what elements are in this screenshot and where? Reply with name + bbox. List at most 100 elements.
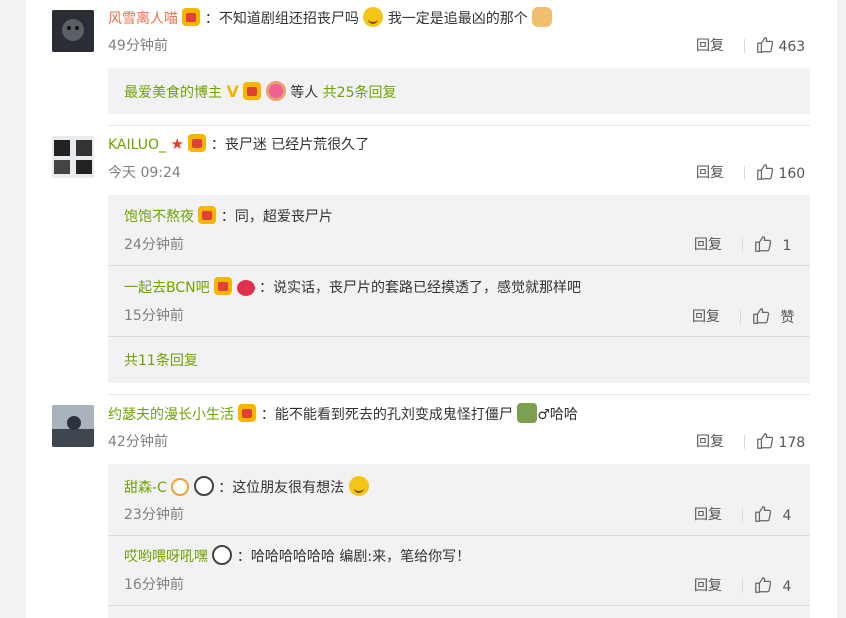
separator: [744, 39, 745, 53]
reply-user[interactable]: 最爱美食的博主: [124, 85, 222, 101]
smirk-emoji-icon: [348, 476, 369, 496]
panda-icon: [193, 476, 214, 496]
username[interactable]: 风雪离人喵: [108, 11, 178, 27]
view-replies-link[interactable]: 共11条回复: [124, 351, 198, 371]
like-count: 4: [782, 579, 792, 595]
divider: [108, 336, 810, 337]
thumbs-up-icon: [755, 506, 772, 522]
separator: [744, 166, 745, 180]
reply-text: 同，超爱丧尸片: [234, 209, 333, 225]
divider: [108, 535, 810, 536]
divider: [108, 605, 810, 606]
timestamp: 24分钟前: [124, 237, 184, 253]
reply-button[interactable]: 回复: [696, 36, 724, 56]
timestamp: 15分钟前: [124, 308, 184, 324]
timestamp: 42分钟前: [108, 434, 168, 450]
avatar[interactable]: [52, 10, 94, 52]
reply-user[interactable]: 一起去BCN吧: [124, 280, 210, 296]
comment-text: 能不能看到死去的孔刘变成鬼怪打僵尸: [274, 407, 513, 423]
member-badge-icon: [243, 82, 262, 100]
reply-button[interactable]: 回复: [696, 163, 724, 183]
like-button[interactable]: 160: [756, 163, 805, 184]
colon: ：: [210, 137, 225, 153]
like-button[interactable]: 1: [754, 235, 791, 256]
reply-body: 饱饱不熬夜 ：同，超爱丧尸片: [124, 206, 333, 227]
divider: [108, 125, 810, 126]
like-button[interactable]: 4: [754, 576, 791, 597]
thumbs-up-icon: [755, 577, 772, 593]
reply-body: 哎哟喂呀吼嘿 ：哈哈哈哈哈哈 编剧:来，笔给你写！: [124, 545, 470, 567]
comment-text-2: ♂哈哈: [537, 407, 578, 423]
star-icon: ★: [170, 135, 184, 153]
colon: ：: [218, 480, 233, 496]
comment-body: 风雪离人喵 ：不知道剧组还招丧尸吗 我一定是追最凶的那个: [108, 7, 553, 29]
reply-user[interactable]: 饱饱不熬夜: [124, 209, 194, 225]
reply-text: 说实话，丧尸片的套路已经摸透了，感觉就那样吧: [272, 280, 581, 296]
comment-text: 不知道剧组还招丧尸吗: [218, 11, 359, 27]
reply-summary: 最爱美食的博主 V 等人 共25条回复: [108, 68, 810, 114]
clock-icon: [171, 478, 190, 496]
others-text: 等人: [290, 85, 319, 101]
reply-button[interactable]: 回复: [692, 307, 720, 327]
thumbs-up-icon: [753, 308, 770, 324]
panda-icon: [212, 545, 233, 565]
reply-button[interactable]: 回复: [696, 432, 724, 452]
comment-list: 风雪离人喵 ：不知道剧组还招丧尸吗 我一定是追最凶的那个 49分钟前 回复 46…: [26, 0, 837, 618]
colon: ：: [220, 209, 235, 225]
username[interactable]: KAILUO_: [108, 137, 166, 153]
avatar[interactable]: [52, 136, 94, 178]
reply-summary-text: 最爱美食的博主 V 等人 共25条回复: [124, 81, 396, 103]
timestamp: 23分钟前: [124, 507, 184, 523]
reply-user[interactable]: 甜森-C: [124, 480, 167, 496]
like-button[interactable]: 463: [756, 36, 805, 57]
thumbs-up-icon: [757, 37, 774, 53]
separator: [742, 579, 743, 593]
member-badge-icon: [238, 404, 257, 422]
timestamp: 49分钟前: [108, 38, 168, 54]
comment-body: KAILUO_ ★ ：丧尸迷 已经片荒很久了: [108, 134, 369, 155]
doge-emoji-icon: [532, 7, 553, 27]
timestamp: 今天 09:24: [108, 165, 181, 181]
colon: ：: [204, 11, 219, 27]
reply-thread: 饱饱不熬夜 ：同，超爱丧尸片 24分钟前 回复 1 一起去BCN吧 ：说实话，丧…: [108, 195, 810, 383]
reply-user[interactable]: 哎哟喂呀吼嘿: [124, 549, 208, 565]
like-label: 赞: [780, 310, 795, 326]
divider: [108, 265, 810, 266]
separator: [742, 238, 743, 252]
comment-text: 丧尸迷 已经片荒很久了: [224, 137, 370, 153]
reply-button[interactable]: 回复: [694, 505, 722, 525]
timestamp: 16分钟前: [124, 577, 184, 593]
username[interactable]: 约瑟夫的漫长小生活: [108, 407, 234, 423]
member-badge-icon: [198, 206, 217, 224]
comment-text-2: 我一定是追最凶的那个: [387, 11, 528, 27]
member-badge-icon: [188, 134, 207, 152]
thumbs-up-icon: [755, 236, 772, 252]
reply-button[interactable]: 回复: [694, 235, 722, 255]
heart-icon: [236, 280, 255, 296]
separator: [740, 310, 741, 324]
avatar[interactable]: [52, 405, 94, 447]
reply-body: 一起去BCN吧 ：说实话，丧尸片的套路已经摸透了，感觉就那样吧: [124, 277, 581, 298]
smile-emoji-icon: [363, 7, 384, 27]
colon: ：: [258, 280, 273, 296]
member-badge-icon: [182, 8, 201, 26]
member-badge-icon: [214, 277, 233, 295]
separator: [744, 435, 745, 449]
colon: ：: [236, 549, 251, 565]
reply-thread: 甜森-C ：这位朋友很有想法 23分钟前 回复 4 哎哟喂呀吼嘿 ：哈哈哈哈哈哈…: [108, 464, 810, 618]
like-count: 178: [778, 435, 806, 451]
like-count: 1: [782, 238, 792, 254]
like-button[interactable]: 赞: [752, 307, 794, 328]
view-replies-link[interactable]: 共25条回复: [323, 85, 397, 101]
like-count: 463: [778, 39, 806, 55]
comment-body: 约瑟夫的漫长小生活 ：能不能看到死去的孔刘变成鬼怪打僵尸 ♂哈哈: [108, 403, 578, 425]
reply-body: 甜森-C ：这位朋友很有想法: [124, 476, 369, 498]
like-button[interactable]: 4: [754, 505, 791, 526]
verified-v-icon: V: [226, 82, 239, 101]
reply-text: 哈哈哈哈哈哈 编剧:来，笔给你写！: [250, 549, 471, 565]
like-button[interactable]: 178: [756, 432, 805, 453]
reply-button[interactable]: 回复: [694, 576, 722, 596]
donut-icon: [265, 81, 286, 101]
like-count: 160: [778, 166, 806, 182]
thumbs-up-icon: [757, 433, 774, 449]
